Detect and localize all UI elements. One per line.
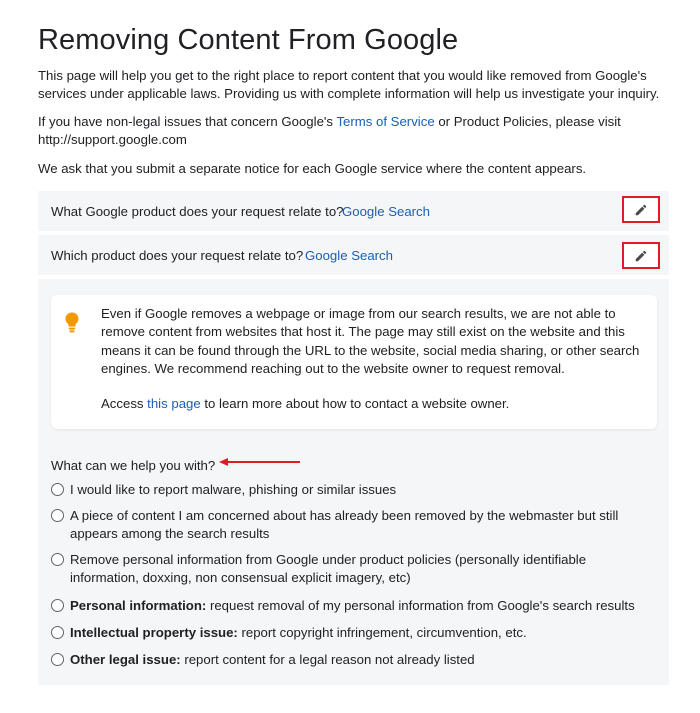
option-label: Other legal issue: report content for a … xyxy=(70,652,475,667)
product-question-label: What Google product does your request re… xyxy=(51,204,344,219)
edit-product-button[interactable] xyxy=(622,196,660,223)
option-label: A piece of content I am concerned about … xyxy=(70,508,619,541)
help-question-label: What can we help you with? xyxy=(51,458,216,473)
option-label: Intellectual property issue: report copy… xyxy=(70,625,527,640)
this-page-link[interactable]: this page xyxy=(147,396,201,411)
lightbulb-icon xyxy=(65,312,79,333)
terms-of-service-link[interactable]: Terms of Service xyxy=(336,114,434,129)
option-label: I would like to report malware, phishing… xyxy=(70,482,397,497)
radio-button[interactable] xyxy=(51,653,64,666)
radio-button[interactable] xyxy=(51,553,64,566)
notice-text: Even if Google removes a webpage or imag… xyxy=(101,306,640,376)
access-pre: Access xyxy=(101,396,148,411)
request-panel: Even if Google removes a webpage or imag… xyxy=(38,279,669,685)
pencil-icon xyxy=(635,250,647,261)
separate-notice-text: We ask that you submit a separate notice… xyxy=(38,161,587,176)
intro-text: This page will help you get to the right… xyxy=(38,68,660,101)
page-title: Removing Content From Google xyxy=(38,24,459,56)
product-question-row: What Google product does your request re… xyxy=(38,191,669,231)
subproduct-question-row: Which product does your request relate t… xyxy=(38,235,669,275)
notice-card: Even if Google removes a webpage or imag… xyxy=(51,295,657,429)
access-text: Access this page to learn more about how… xyxy=(101,396,509,411)
edit-subproduct-button[interactable] xyxy=(622,242,660,269)
product-answer-value: Google Search xyxy=(342,204,430,219)
option-label: Personal information: request removal of… xyxy=(70,598,635,613)
radio-button[interactable] xyxy=(51,509,64,522)
annotation-arrow-icon xyxy=(219,458,300,466)
pencil-icon xyxy=(635,204,647,215)
nonlegal-pre: If you have non-legal issues that concer… xyxy=(38,114,337,129)
radio-button[interactable] xyxy=(51,483,64,496)
subproduct-answer-value: Google Search xyxy=(305,248,393,263)
nonlegal-text: If you have non-legal issues that concer… xyxy=(38,113,673,149)
radio-button[interactable] xyxy=(51,599,64,612)
access-post: to learn more about how to contact a web… xyxy=(200,396,510,411)
subproduct-question-label: Which product does your request relate t… xyxy=(51,248,304,263)
radio-button[interactable] xyxy=(51,626,64,639)
option-label: Remove personal information from Google … xyxy=(70,552,587,585)
